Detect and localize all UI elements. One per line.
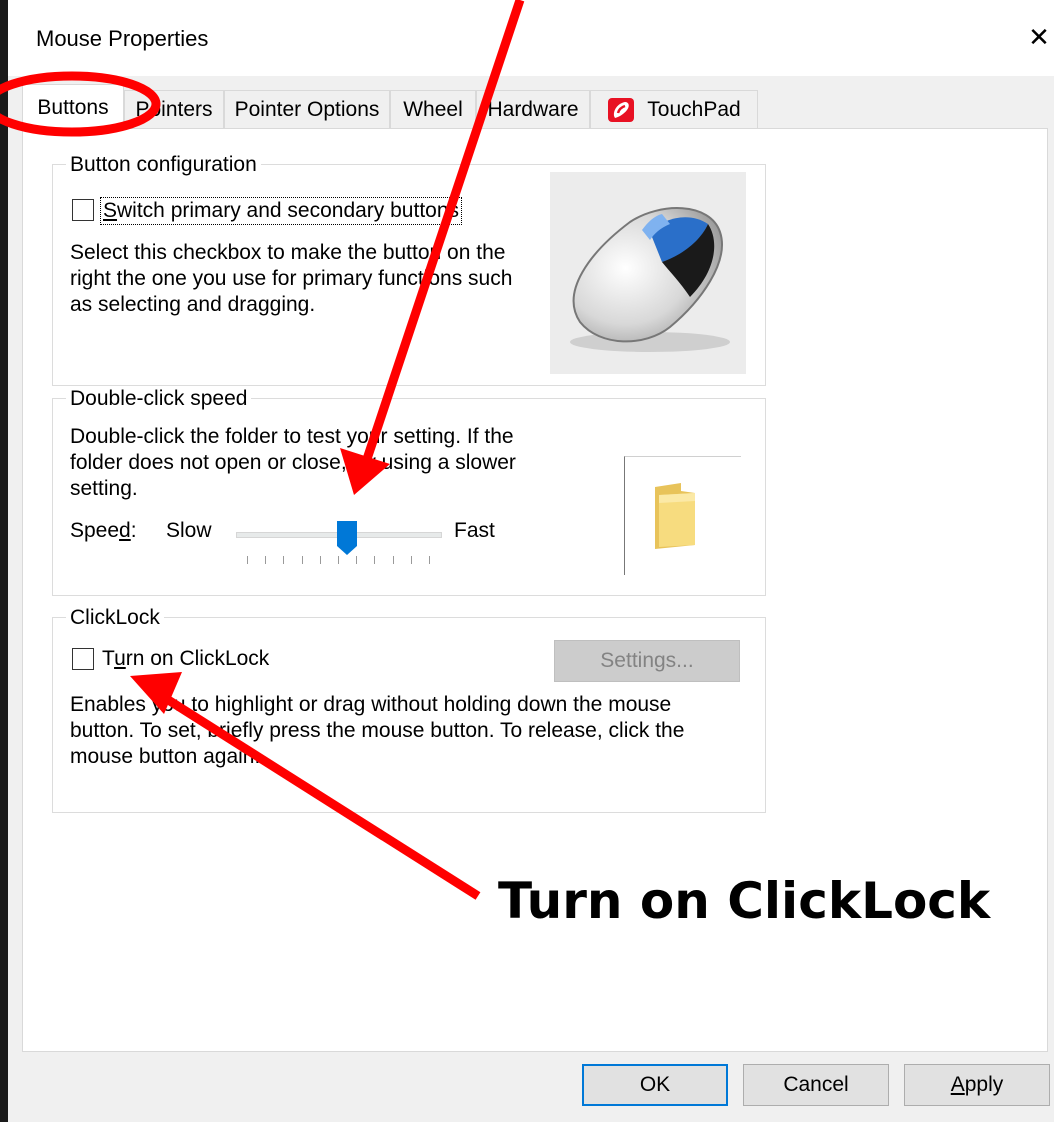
window-title: Mouse Properties xyxy=(36,26,209,51)
clicklock-label[interactable]: Turn on ClickLock xyxy=(102,646,269,672)
slider-tick xyxy=(302,556,303,564)
description-line: setting. xyxy=(70,477,138,500)
slider-tick xyxy=(429,556,430,564)
settings-button[interactable]: Settings... xyxy=(554,640,740,682)
tab-label: Wheel xyxy=(403,97,463,121)
description-line: folder does not open or close, try using… xyxy=(70,451,516,474)
group-legend: Double-click speed xyxy=(66,387,252,411)
annotation-label: Turn on ClickLock xyxy=(498,872,991,930)
ok-button[interactable]: OK xyxy=(582,1064,728,1106)
tab-label: Pointers xyxy=(135,97,213,121)
close-button[interactable]: ✕ xyxy=(1016,14,1054,62)
button-label: Apply xyxy=(950,1073,1004,1096)
slider-tick xyxy=(374,556,375,564)
slow-label: Slow xyxy=(166,519,212,542)
slider-tick xyxy=(265,556,266,564)
tab-pointers[interactable]: Pointers xyxy=(124,90,224,128)
switch-buttons-label[interactable]: Switch primary and secondary buttons xyxy=(100,197,463,225)
slider-tick xyxy=(320,556,321,564)
tab-wheel[interactable]: Wheel xyxy=(390,90,476,128)
tab-label: Pointer Options xyxy=(234,97,380,121)
tab-touchpad[interactable]: TouchPad xyxy=(590,90,758,128)
group-legend: ClickLock xyxy=(66,606,164,630)
test-folder-area[interactable] xyxy=(624,456,741,575)
button-label: Cancel xyxy=(783,1073,849,1096)
title-bar: Mouse Properties ✕ xyxy=(8,0,1054,76)
slider-ticks xyxy=(236,556,440,566)
tab-pointer-options[interactable]: Pointer Options xyxy=(224,90,390,128)
clicklock-checkbox[interactable] xyxy=(72,648,94,670)
mouse-icon xyxy=(550,172,746,374)
speed-slider[interactable] xyxy=(236,516,442,568)
slider-tick xyxy=(393,556,394,564)
fast-label: Fast xyxy=(454,519,495,542)
slider-tick xyxy=(356,556,357,564)
slider-tick xyxy=(411,556,412,564)
description-line: button. To set, briefly press the mouse … xyxy=(70,719,685,742)
apply-button[interactable]: Apply xyxy=(904,1064,1050,1106)
slider-tick xyxy=(283,556,284,564)
description-line: mouse button again. xyxy=(70,745,261,768)
description-line: Enables you to highlight or drag without… xyxy=(70,693,672,716)
touchpad-icon xyxy=(607,97,635,123)
folder-icon xyxy=(651,481,699,556)
cancel-button[interactable]: Cancel xyxy=(743,1064,889,1106)
description-line: right the one you use for primary functi… xyxy=(70,267,513,290)
description-line: Double-click the folder to test your set… xyxy=(70,425,514,448)
button-label: Settings... xyxy=(600,649,694,672)
speed-label: Speed: xyxy=(70,519,137,542)
tab-label: Buttons xyxy=(37,95,109,119)
slider-thumb[interactable] xyxy=(336,520,358,556)
tab-label: Hardware xyxy=(487,97,579,121)
button-label: OK xyxy=(639,1073,671,1096)
slider-tick xyxy=(247,556,248,564)
tab-hardware[interactable]: Hardware xyxy=(476,90,590,128)
switch-buttons-checkbox[interactable] xyxy=(72,199,94,221)
slider-tick xyxy=(338,556,339,564)
group-legend: Button configuration xyxy=(66,153,261,177)
description-line: as selecting and dragging. xyxy=(70,293,316,316)
description-line: Select this checkbox to make the button … xyxy=(70,241,506,264)
tab-label: TouchPad xyxy=(647,97,741,121)
tab-buttons[interactable]: Buttons xyxy=(22,84,124,130)
close-icon: ✕ xyxy=(1028,23,1050,53)
